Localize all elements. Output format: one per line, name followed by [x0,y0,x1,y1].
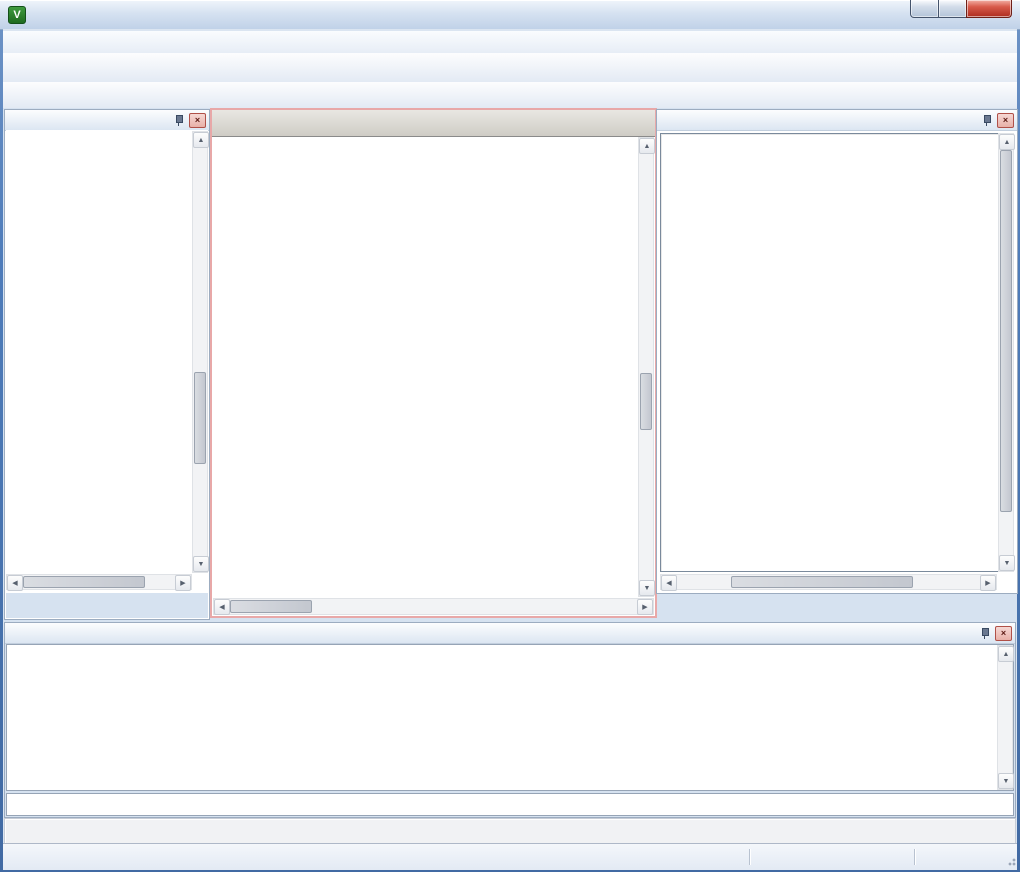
scroll-thumb[interactable] [1000,150,1012,512]
uart-panel: × ▲ ▼ ◀ ▶ [656,109,1018,594]
scroll-left-icon[interactable]: ◀ [7,575,23,591]
project-tree [6,130,208,573]
command-panel-header: × [5,623,1015,644]
debug-toolbar [3,82,1017,109]
scroll-down-icon[interactable]: ▼ [999,555,1015,571]
scroll-up-icon[interactable]: ▲ [639,138,655,154]
command-keyword-bar[interactable] [4,818,1016,844]
command-output[interactable] [6,644,1014,791]
editor-vscrollbar[interactable]: ▲ ▼ [638,137,654,597]
pin-icon[interactable] [982,114,992,127]
scroll-right-icon[interactable]: ▶ [637,599,653,615]
resize-grip[interactable] [1003,844,1017,870]
scroll-thumb[interactable] [731,576,913,588]
status-bar [3,843,1017,870]
uart-hscrollbar[interactable]: ◀ ▶ [660,574,997,590]
main-toolbar [3,53,1017,83]
pin-icon[interactable] [174,114,184,127]
main-area: × ▲ ▼ ◀ ▶ ▲ [3,108,1017,622]
scroll-down-icon[interactable]: ▼ [193,556,209,572]
scroll-up-icon[interactable]: ▲ [193,132,209,148]
workspace-tabs [6,593,208,618]
app-icon: V [8,6,26,24]
scroll-thumb[interactable] [23,576,145,588]
pin-icon[interactable] [980,627,990,640]
command-input[interactable] [6,793,1014,816]
window: V × ▲ ▼ [0,0,1020,872]
editor-tab-bar [212,110,655,137]
maximize-button[interactable] [939,0,966,18]
uart-terminal[interactable] [660,133,1014,572]
minimize-button[interactable] [910,0,939,18]
command-close-icon[interactable]: × [995,626,1012,641]
scroll-down-icon[interactable]: ▼ [639,580,655,596]
scroll-up-icon[interactable]: ▲ [998,646,1014,662]
scroll-thumb[interactable] [230,600,312,613]
debug-view-tabs [656,594,1020,620]
code-area[interactable] [213,137,654,597]
scroll-thumb[interactable] [194,372,206,464]
title-bar[interactable]: V [0,0,1020,30]
editor: ▲ ▼ ◀ ▶ [210,108,657,618]
project-panel-header: × [5,110,209,131]
scroll-left-icon[interactable]: ◀ [661,575,677,591]
scroll-right-icon[interactable]: ▶ [980,575,996,591]
scroll-left-icon[interactable]: ◀ [214,599,230,615]
menu-bar [3,31,1017,54]
uart-vscrollbar[interactable]: ▲ ▼ [998,133,1014,572]
scroll-up-icon[interactable]: ▲ [999,134,1015,150]
uart-panel-header: × [657,110,1017,131]
command-panel: × ▲ ▼ [4,622,1016,818]
close-button[interactable] [966,0,1012,18]
editor-hscrollbar[interactable]: ◀ ▶ [213,598,654,615]
project-vscrollbar[interactable]: ▲ ▼ [192,131,208,573]
uart-close-icon[interactable]: × [997,113,1014,128]
scroll-thumb[interactable] [640,373,652,430]
scroll-down-icon[interactable]: ▼ [998,773,1014,789]
project-close-icon[interactable]: × [189,113,206,128]
command-vscrollbar[interactable]: ▲ ▼ [997,645,1013,790]
scroll-right-icon[interactable]: ▶ [175,575,191,591]
project-panel: × ▲ ▼ ◀ ▶ [4,109,210,620]
project-hscrollbar[interactable]: ◀ ▶ [6,574,192,590]
